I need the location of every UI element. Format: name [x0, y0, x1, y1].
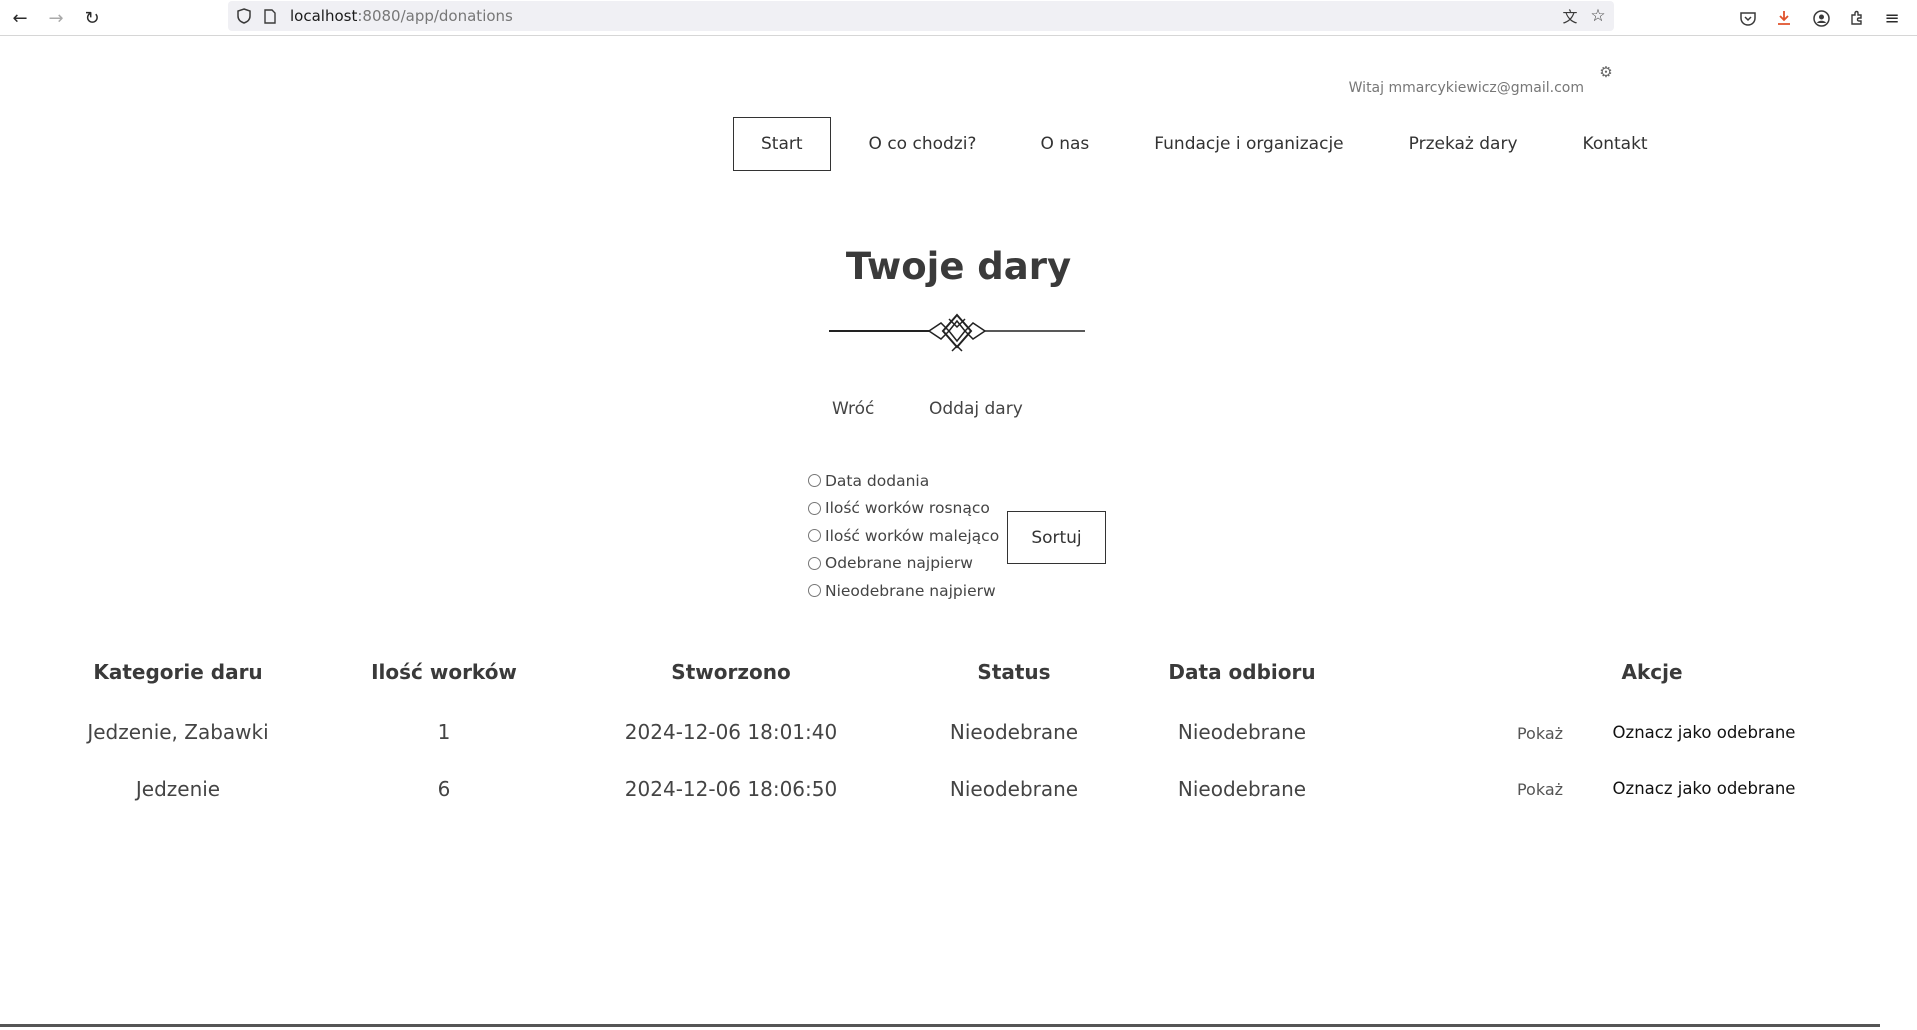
cell-bags: 1: [437, 720, 451, 744]
url-path: :8080/app/donations: [357, 7, 513, 25]
header-pickup-date: Data odbioru: [1168, 660, 1316, 684]
shield-icon[interactable]: [234, 6, 254, 26]
nav-about-us[interactable]: O nas: [1040, 117, 1089, 171]
header-bags: Ilość worków: [371, 660, 517, 684]
sort-option-label: Ilość worków rosnąco: [825, 499, 990, 518]
donate-link[interactable]: Oddaj dary: [929, 399, 1023, 419]
nav-foundations[interactable]: Fundacje i organizacje: [1154, 117, 1343, 171]
account-icon[interactable]: [1807, 4, 1835, 32]
sort-option-uncollected-first[interactable]: Nieodebrane najpierw: [808, 577, 999, 605]
cell-bags: 6: [437, 777, 451, 801]
cell-created: 2024-12-06 18:06:50: [624, 777, 838, 801]
forward-icon[interactable]: →: [42, 4, 70, 32]
cell-category: Jedzenie, Zabawki: [87, 720, 269, 744]
sort-option-label: Ilość worków malejąco: [825, 526, 1000, 545]
radio-button[interactable]: [808, 474, 821, 488]
sort-options: Data dodania Ilość worków rosnąco Ilość …: [808, 467, 999, 605]
browser-toolbar: ← → ↻ localhost:8080/app/donations 文 ☆ ≡: [0, 0, 1917, 36]
header-category: Kategorie daru: [93, 660, 263, 684]
page-icon: [260, 6, 280, 26]
sort-option-label: Data dodania: [825, 471, 930, 490]
cell-pickup-date: Nieodebrane: [1177, 720, 1307, 744]
menu-icon[interactable]: ≡: [1878, 4, 1906, 32]
radio-button[interactable]: [808, 556, 821, 570]
sort-option-collected-first[interactable]: Odebrane najpierw: [808, 550, 999, 578]
cell-created: 2024-12-06 18:01:40: [624, 720, 838, 744]
gear-icon[interactable]: ⚙: [1597, 63, 1615, 81]
sort-button[interactable]: Sortuj: [1007, 511, 1106, 564]
nav-contact[interactable]: Kontakt: [1583, 117, 1648, 171]
sort-option-bags-desc[interactable]: Ilość worków malejąco: [808, 522, 999, 550]
cell-category: Jedzenie: [135, 777, 221, 801]
cell-status: Nieodebrane: [949, 720, 1079, 744]
sort-option-date[interactable]: Data dodania: [808, 467, 999, 495]
download-icon[interactable]: [1770, 4, 1798, 32]
nav-donate[interactable]: Przekaż dary: [1409, 117, 1518, 171]
translate-icon[interactable]: 文: [1560, 6, 1580, 26]
sort-option-label: Nieodebrane najpierw: [825, 581, 996, 600]
extensions-icon[interactable]: [1843, 4, 1871, 32]
cell-pickup-date: Nieodebrane: [1177, 777, 1307, 801]
url-host: localhost: [290, 7, 358, 25]
show-link[interactable]: Pokaż: [1517, 724, 1563, 743]
nav-about-idea[interactable]: O co chodzi?: [869, 117, 977, 171]
mark-collected-link[interactable]: Oznacz jako odebrane: [1613, 723, 1796, 742]
show-link[interactable]: Pokaż: [1517, 780, 1563, 799]
cell-status: Nieodebrane: [949, 777, 1079, 801]
nav-start[interactable]: Start: [733, 117, 831, 171]
radio-button[interactable]: [808, 501, 821, 515]
mark-collected-link[interactable]: Oznacz jako odebrane: [1613, 779, 1796, 798]
bottom-divider: [0, 1024, 1880, 1027]
header-created: Stworzono: [671, 660, 791, 684]
header-status: Status: [977, 660, 1051, 684]
decoration-ornament-icon: [829, 313, 1085, 352]
address-bar[interactable]: localhost:8080/app/donations 文 ☆: [228, 1, 1614, 31]
back-link[interactable]: Wróć: [832, 399, 874, 419]
user-greeting: Witaj mmarcykiewicz@gmail.com: [1348, 80, 1584, 96]
pocket-icon[interactable]: [1734, 4, 1762, 32]
back-icon[interactable]: ←: [6, 4, 34, 32]
main-nav: Start O co chodzi? O nas Fundacje i orga…: [733, 117, 1648, 171]
radio-button[interactable]: [808, 529, 821, 543]
reload-icon[interactable]: ↻: [78, 4, 106, 32]
header-actions: Akcje: [1621, 660, 1683, 684]
bookmark-star-icon[interactable]: ☆: [1588, 6, 1608, 26]
page-title: Twoje dary: [845, 245, 1072, 288]
sort-option-label: Odebrane najpierw: [825, 554, 973, 573]
sort-option-bags-asc[interactable]: Ilość worków rosnąco: [808, 495, 999, 523]
url-text[interactable]: localhost:8080/app/donations: [290, 7, 513, 25]
radio-button[interactable]: [808, 584, 821, 598]
